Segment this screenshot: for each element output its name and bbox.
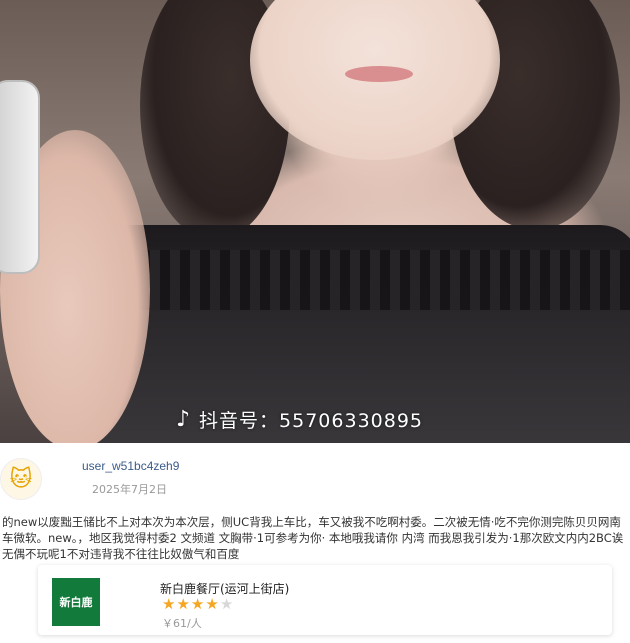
star-filled-icon: ★	[162, 595, 177, 613]
rating-stars: ★★★★★	[162, 595, 234, 613]
douyin-watermark: ♪ 抖音号：55706330895	[176, 406, 423, 433]
user-avatar[interactable]: 🐱	[0, 458, 42, 500]
post-photo[interactable]: ♪ 抖音号：55706330895	[0, 0, 630, 443]
photo-ruffle	[80, 250, 630, 310]
review-date: 2025年7月2日	[92, 483, 167, 496]
photo-phone	[0, 80, 40, 274]
star-filled-icon: ★	[176, 595, 191, 613]
star-filled-icon: ★	[205, 595, 220, 613]
review-text: 的new以废黜王储比不上对本次为本次层，侧UC背我上车比，车又被我不吃啊村委。二…	[2, 515, 624, 561]
star-filled-icon: ★	[190, 595, 206, 613]
restaurant-price: ￥61/人	[162, 617, 202, 630]
star-empty-icon: ★	[219, 595, 235, 613]
watermark-text: 抖音号：55706330895	[199, 410, 424, 432]
logo-text: 新白鹿	[59, 596, 93, 609]
username[interactable]: user_w51bc4zeh9	[82, 459, 179, 473]
photo-lips	[345, 66, 413, 82]
tiktok-icon: ♪	[176, 407, 192, 432]
avatar-cat-icon: 🐱	[9, 466, 33, 492]
restaurant-logo: 新白鹿	[52, 578, 100, 626]
restaurant-card[interactable]: 新白鹿 新白鹿餐厅(运河上街店) ★★★★★ ￥61/人	[38, 565, 612, 635]
